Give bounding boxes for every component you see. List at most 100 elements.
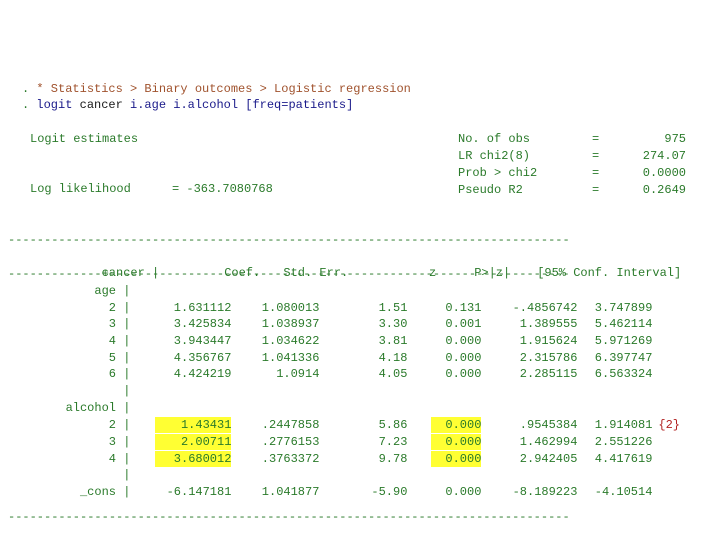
stat-label: No. of obs	[458, 132, 531, 146]
table-row: _cons | -6.147181 1.041877 -5.90 0.000 -8.189…	[8, 484, 652, 500]
cell-wrap: 4.417619	[577, 451, 653, 467]
row-label: 2	[108, 418, 116, 432]
cell-wrap: 3.30	[319, 316, 408, 332]
cell-wrap: 1.038937	[231, 316, 320, 332]
cell-stderr: 1.034622	[261, 334, 320, 348]
cell-z: -5.90	[371, 485, 408, 499]
cell-ci-upper: 1.914081	[594, 418, 653, 432]
table-row: 2 | 1.631112 1.080013 1.51 0.131 -.4856742 3.7…	[8, 300, 653, 316]
column-divider: |	[116, 351, 131, 365]
column-divider: |	[116, 435, 131, 449]
cell-wrap: 0.000	[407, 484, 481, 500]
loglik-value: = -363.7080768	[172, 182, 273, 196]
column-divider: |	[116, 468, 131, 482]
stat-value: 0.2649	[642, 183, 686, 197]
command-line[interactable]: . logit cancer i.age i.alcohol [freq=pat…	[22, 97, 353, 113]
cell-wrap: 7.23	[319, 434, 408, 450]
cell-ci-lower: 1.389555	[519, 317, 578, 331]
stat-value: 0.0000	[642, 166, 686, 180]
row-label: 3	[108, 435, 116, 449]
cell-z: 5.86	[378, 418, 408, 432]
stat-equals: =	[592, 132, 600, 146]
column-divider: |	[116, 452, 131, 466]
row-label: alcohol	[65, 401, 116, 415]
table-row: 3 | 3.425834 1.038937 3.30 0.001 1.389555 5.46…	[8, 316, 653, 332]
cell-ci-lower: 1.462994	[519, 435, 578, 449]
cell-wrap: -6.147181	[130, 484, 232, 500]
cell-coef: 3.425834	[173, 317, 232, 331]
cell-wrap: 1.43431	[130, 417, 232, 433]
cell-wrap: 0.000	[407, 366, 481, 382]
table-row: 2 | 1.43431 .2447858 5.86 0.000 .9545384 1.914…	[8, 417, 680, 433]
cell-stderr: 1.041877	[261, 485, 320, 499]
cell-pvalue: 0.000	[431, 417, 482, 433]
cell-ci-upper: 6.397747	[594, 351, 653, 365]
cell-wrap: 0.000	[407, 417, 482, 433]
cell-pvalue: 0.000	[431, 451, 482, 467]
cell-wrap: 1.080013	[231, 300, 320, 316]
stat-value: 274.07	[642, 149, 686, 163]
row-label: 3	[108, 317, 116, 331]
cell-pvalue: 0.000	[445, 485, 482, 499]
cell-wrap: 3.747899	[577, 300, 653, 316]
cell-wrap: 4.424219	[130, 366, 232, 382]
table-rule-mid: -------------+--------------------------…	[8, 267, 570, 281]
stat-value: 975	[664, 132, 686, 146]
column-divider: |	[116, 334, 131, 348]
cell-ci-lower: .9545384	[519, 418, 578, 432]
cell-wrap: 5.462114	[577, 316, 653, 332]
cell-ci-upper: 6.563324	[594, 367, 653, 381]
row-label: 4	[108, 334, 116, 348]
row-label: _cons	[79, 485, 116, 499]
prompt-dot: .	[22, 98, 37, 112]
cell-ci-upper: -4.10514	[594, 485, 653, 499]
table-row: 4 | 3.680012 .3763372 9.78 0.000 2.942405 4.41…	[8, 451, 652, 467]
table-header-row: cancer | Coef. Std. Err. z P>|z| [95% Conf. I…	[8, 249, 682, 280]
cell-wrap: 0.000	[407, 350, 481, 366]
cell-ci-upper: 2.551226	[594, 435, 653, 449]
cell-ci-lower: 2.942405	[519, 452, 578, 466]
table-row: age |	[8, 283, 130, 299]
cell-stderr: 1.080013	[261, 301, 320, 315]
cell-wrap: 5.86	[319, 417, 408, 433]
cell-ci-upper: 5.971269	[594, 334, 653, 348]
cell-wrap: -8.189223	[481, 484, 578, 500]
cell-wrap: 1.631112	[130, 300, 232, 316]
cell-z: 4.18	[378, 351, 408, 365]
cell-coef: 4.356767	[173, 351, 232, 365]
cell-pvalue: 0.131	[445, 301, 482, 315]
table-row: 5 | 4.356767 1.041336 4.18 0.000 2.315786 6.39…	[8, 350, 653, 366]
cell-ci-lower: 2.315786	[519, 351, 578, 365]
cell-stderr: 1.041336	[261, 351, 320, 365]
loglik-label: Log likelihood	[30, 182, 131, 196]
cell-coef: 3.943447	[173, 334, 232, 348]
cell-wrap: -.4856742	[481, 300, 578, 316]
cell-wrap: 1.51	[319, 300, 408, 316]
cell-wrap: 0.000	[407, 451, 482, 467]
cell-z: 3.30	[378, 317, 408, 331]
cell-wrap: 5.971269	[577, 333, 653, 349]
row-label: age	[94, 284, 116, 298]
cell-stderr: .2776153	[261, 435, 320, 449]
cell-wrap: 2.315786	[481, 350, 578, 366]
cell-wrap: 3.943447	[130, 333, 232, 349]
cell-wrap: 2.285115	[481, 366, 578, 382]
cell-wrap: 2.942405	[481, 451, 578, 467]
cell-pvalue: 0.001	[445, 317, 482, 331]
row-label: 4	[108, 452, 116, 466]
cell-wrap: 1.462994	[481, 434, 578, 450]
cell-wrap: 4.356767	[130, 350, 232, 366]
cell-ci-upper: 3.747899	[594, 301, 653, 315]
cell-pvalue: 0.000	[445, 351, 482, 365]
column-divider: |	[116, 284, 131, 298]
cell-z: 7.23	[378, 435, 408, 449]
column-divider: |	[116, 301, 131, 315]
cell-wrap: 4.05	[319, 366, 408, 382]
command-depvar: cancer	[72, 98, 131, 112]
stat-label: LR chi2(8)	[458, 149, 531, 163]
cell-coef: 2.00711	[155, 434, 232, 450]
table-row: 3 | 2.00711 .2776153 7.23 0.000 1.462994 2.551…	[8, 434, 652, 450]
table-rule-bottom: ----------------------------------------…	[8, 510, 570, 524]
command-args: i.age i.alcohol [freq=patients]	[130, 98, 354, 112]
cell-ci-upper: 4.417619	[594, 452, 653, 466]
